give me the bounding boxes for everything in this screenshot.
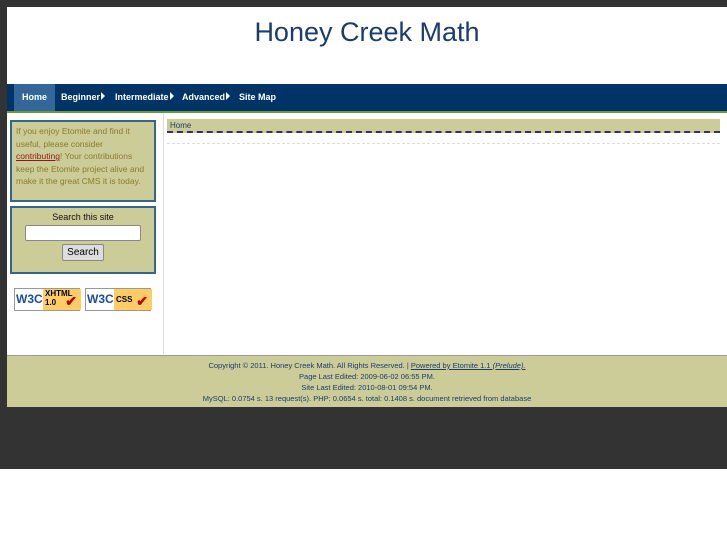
- nav-label: Home: [22, 92, 48, 102]
- nav-intermediate[interactable]: Intermediate: [107, 84, 182, 111]
- arrow-right-icon: [169, 92, 174, 100]
- donate-text: If you enjoy Etomite and find it useful,…: [16, 126, 130, 149]
- contributing-link[interactable]: contributing: [16, 151, 60, 161]
- search-title: Search this site: [52, 212, 114, 222]
- sidebar: If you enjoy Etomite and find it useful,…: [7, 113, 164, 354]
- page-last-edited: Page Last Edited: 2009-06-02 06:55 PM.: [299, 372, 435, 381]
- page: Honey Creek Math Home Beginner Intermedi…: [7, 7, 727, 407]
- w3c-xhtml-badge[interactable]: W3C XHTML 1.0 ✔: [14, 288, 81, 311]
- site-title: Honey Creek Math: [254, 17, 480, 47]
- checkmark-icon: ✔: [65, 293, 77, 309]
- nav-label: Intermediate: [115, 92, 169, 102]
- search-box: Search this site Search: [10, 206, 156, 274]
- nav-home[interactable]: Home: [14, 84, 56, 111]
- nav-site-map[interactable]: Site Map: [231, 84, 284, 111]
- divider: [167, 143, 720, 144]
- arrow-right-icon: [101, 92, 106, 100]
- nav-label: Advanced: [182, 92, 226, 102]
- search-button[interactable]: Search: [62, 244, 104, 261]
- breadcrumb-home[interactable]: Home: [170, 121, 191, 130]
- powered-text: Powered by Etomite 1.1: [410, 361, 491, 370]
- breadcrumb: Home: [167, 119, 720, 133]
- nav-advanced[interactable]: Advanced: [174, 84, 238, 111]
- nav-label: Site Map: [239, 92, 277, 102]
- checkmark-icon: ✔: [136, 293, 148, 309]
- nav-label: Beginner: [61, 92, 101, 102]
- w3c-logo: W3C: [16, 292, 43, 306]
- footer: Copyright © 2011. Honey Creek Math. All …: [7, 355, 727, 407]
- search-input[interactable]: [25, 225, 141, 241]
- nav-bar: Home Beginner Intermediate Advanced Site…: [7, 84, 727, 113]
- nav-beginner[interactable]: Beginner: [53, 84, 113, 111]
- w3c-logo: W3C: [87, 292, 114, 306]
- powered-by-link[interactable]: Powered by Etomite 1.1 (Prelude).: [411, 361, 526, 370]
- arrow-right-icon: [226, 92, 231, 100]
- copyright: Copyright © 2011. Honey Creek Math. All …: [208, 361, 411, 370]
- theme-text: (Prelude).: [492, 361, 526, 370]
- donate-box: If you enjoy Etomite and find it useful,…: [10, 120, 156, 202]
- stats: MySQL: 0.0754 s. 13 request(s). PHP: 0.0…: [202, 394, 532, 403]
- site-last-edited: Site Last Edited: 2010-08-01 09:54 PM.: [301, 383, 433, 392]
- w3c-css-badge[interactable]: W3C CSS ✔: [85, 288, 152, 311]
